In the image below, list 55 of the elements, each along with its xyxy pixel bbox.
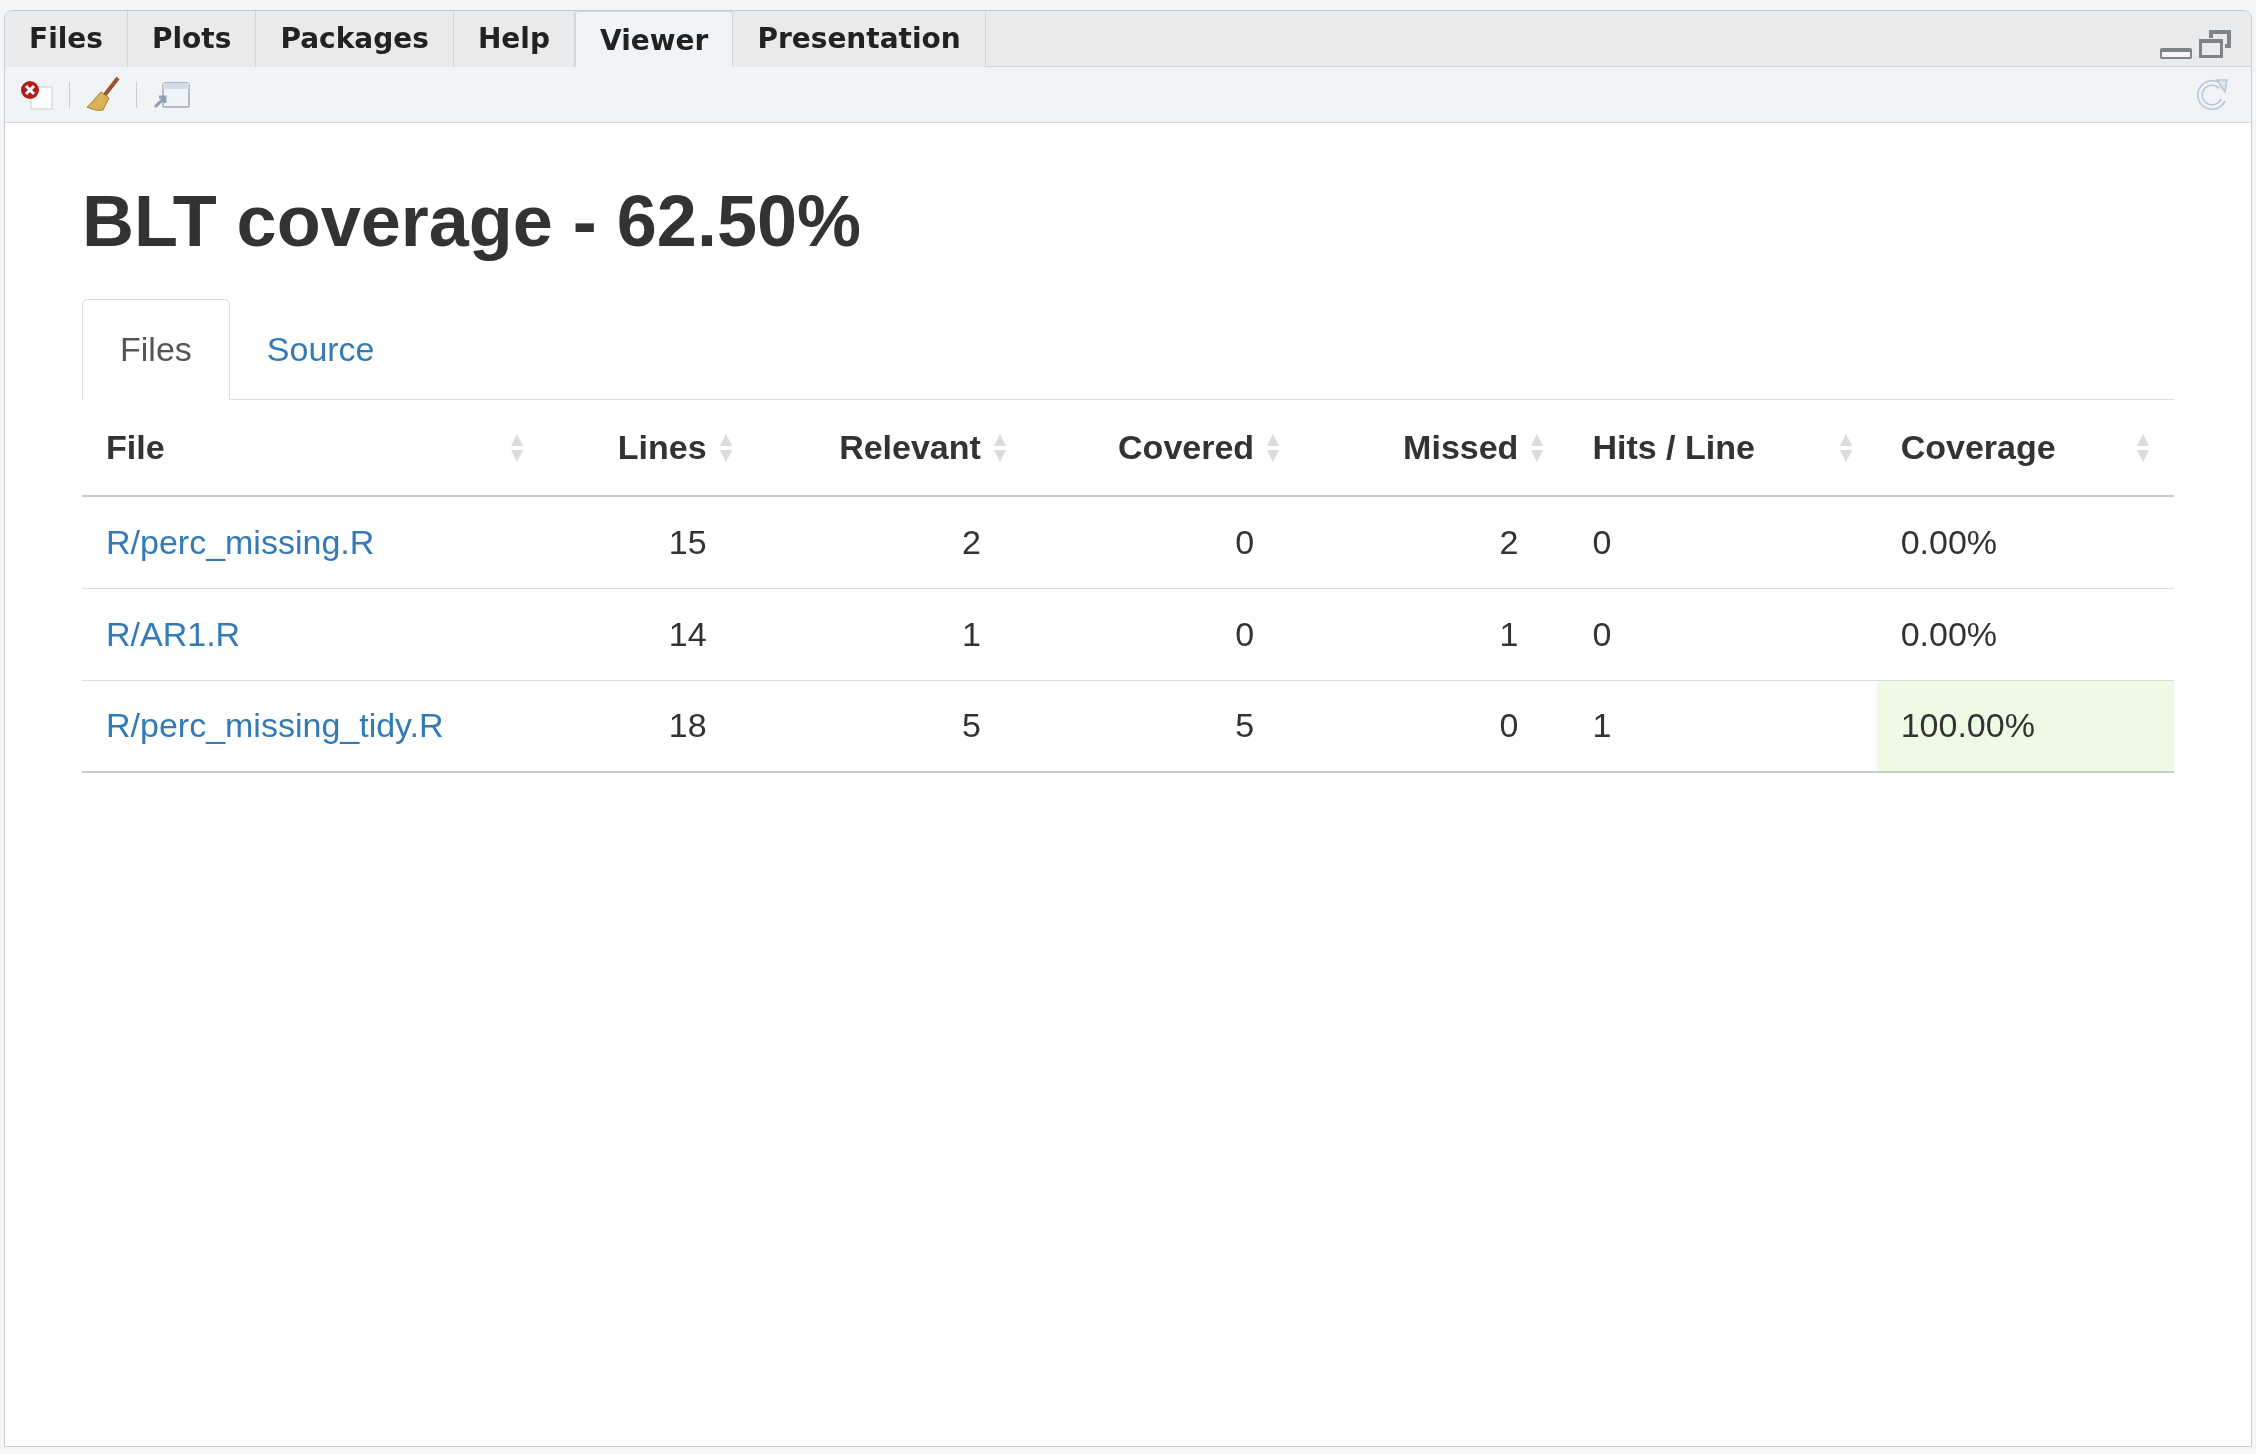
table-cell: 5 [756,680,1031,772]
column-label: Hits / Line [1592,427,1755,468]
table-cell: 1 [756,588,1031,680]
maximize-icon[interactable] [2197,28,2233,60]
sort-icon[interactable] [1530,432,1545,463]
table-cell: 1 [1304,588,1569,680]
coverage-cell: 0.00% [1876,588,2174,680]
clear-viewer-icon[interactable] [19,78,55,111]
pane-tab[interactable]: Viewer [574,11,734,69]
report-tab[interactable]: Source [229,299,412,399]
column-header[interactable]: Coverage [1876,400,2174,496]
file-link[interactable]: R/perc_missing.R [106,522,375,561]
table-cell: 2 [1304,496,1569,588]
sort-icon[interactable] [992,432,1007,463]
sort-icon[interactable] [1838,432,1853,463]
table-cell: 0 [1030,496,1305,588]
column-header[interactable]: Hits / Line [1568,400,1877,496]
table-cell: 0 [1304,680,1569,772]
table-cell: 1 [1568,680,1877,772]
pane-tab[interactable]: Presentation [733,11,986,67]
pane-tab[interactable]: Help [453,11,575,67]
column-label: Covered [1118,427,1255,468]
sort-icon[interactable] [510,432,525,463]
column-label: Lines [617,427,707,468]
coverage-cell: 0.00% [1876,496,2174,588]
coverage-cell: 100.00% [1876,680,2174,772]
column-header[interactable]: Covered [1030,400,1305,496]
table-cell: 5 [1030,680,1305,772]
column-header[interactable]: File [82,400,549,496]
file-link[interactable]: R/perc_missing_tidy.R [106,706,444,745]
table-cell: 0 [1568,496,1877,588]
report-title: BLT coverage - 62.50% [82,180,862,263]
table-cell: 2 [756,496,1031,588]
column-label: Coverage [1900,427,2056,468]
file-link[interactable]: R/AR1.R [106,614,241,653]
table-cell: 0 [1568,588,1877,680]
column-label: File [106,427,165,468]
report-tab[interactable]: Files [82,299,230,400]
column-header[interactable]: Relevant [756,400,1031,496]
table-cell: 15 [548,496,757,588]
pane-tab[interactable]: Packages [256,11,454,67]
pane-tab[interactable]: Plots [128,11,257,67]
table-cell: 18 [548,680,757,772]
sort-icon[interactable] [718,432,733,463]
column-header[interactable]: Lines [548,400,757,496]
pane-tab[interactable]: Files [5,11,128,67]
column-header[interactable]: Missed [1304,400,1569,496]
minimize-icon[interactable] [2159,46,2193,60]
sort-icon[interactable] [1266,432,1281,463]
column-label: Missed [1403,427,1519,468]
column-label: Relevant [839,427,981,468]
table-cell: 0 [1030,588,1305,680]
sort-icon[interactable] [2136,432,2150,463]
broom-icon[interactable] [84,75,122,114]
table-cell: 14 [548,588,757,680]
